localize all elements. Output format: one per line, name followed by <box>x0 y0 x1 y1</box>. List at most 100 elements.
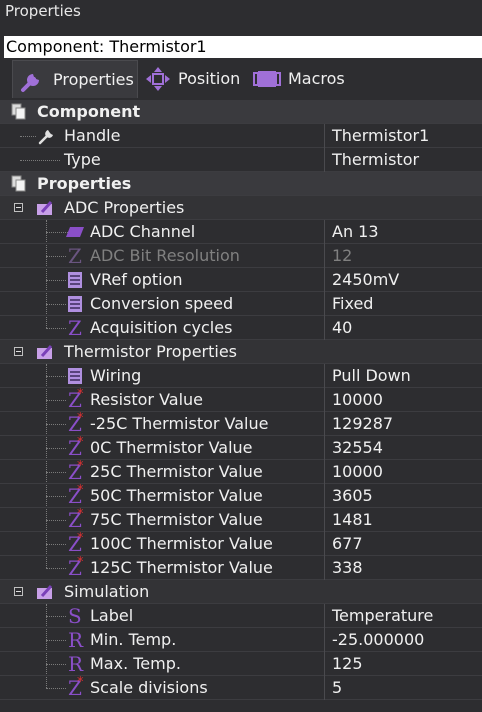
property-value[interactable]: 125 <box>332 652 363 676</box>
property-value[interactable]: 10000 <box>332 388 383 412</box>
property-row-type[interactable]: Type Thermistor <box>0 148 482 172</box>
property-row-thermistor-25c[interactable]: Z * 25C Thermistor Value 10000 <box>0 459 482 484</box>
string-type-icon: S <box>68 604 82 628</box>
property-row-conversion-speed[interactable]: Conversion speed Fixed <box>0 292 482 316</box>
property-row-label[interactable]: S Label Temperature <box>0 604 482 628</box>
property-value[interactable]: -25.000000 <box>332 628 424 652</box>
section-component-title: Component <box>37 102 141 121</box>
property-value[interactable]: 338 <box>332 556 363 580</box>
property-label: ADC Channel <box>90 222 196 241</box>
collapse-icon[interactable] <box>14 203 23 212</box>
property-value[interactable]: 2450mV <box>332 268 399 292</box>
move-arrows-icon <box>146 67 170 91</box>
dropdown-list-icon <box>66 227 84 237</box>
property-value[interactable]: 3605 <box>332 484 373 508</box>
wrench-icon <box>38 130 53 145</box>
property-value[interactable]: Temperature <box>332 604 433 628</box>
property-value[interactable]: 32554 <box>332 436 383 460</box>
panel-title: Properties <box>0 0 482 24</box>
property-label: Handle <box>64 126 121 145</box>
property-label: Resistor Value <box>90 390 204 409</box>
integer-starred-icon: Z * <box>68 555 84 580</box>
group-adc-properties[interactable]: ADC Properties <box>0 196 482 220</box>
property-label: Min. Temp. <box>90 630 177 649</box>
property-label: 50C Thermistor Value <box>90 486 263 505</box>
property-value[interactable]: An 13 <box>332 220 379 244</box>
tab-position-label: Position <box>178 69 241 88</box>
macro-icon <box>253 71 281 87</box>
section-properties-title: Properties <box>37 174 132 193</box>
property-row-min-temp[interactable]: R Min. Temp. -25.000000 <box>0 628 482 652</box>
folder-edit-icon <box>37 344 53 359</box>
property-label: Acquisition cycles <box>90 318 233 337</box>
property-label: -25C Thermistor Value <box>90 414 269 433</box>
list-icon <box>68 272 82 288</box>
property-label: 25C Thermistor Value <box>90 462 263 481</box>
property-row-max-temp[interactable]: R Max. Temp. 125 <box>0 652 482 676</box>
wrench-icon <box>21 74 39 92</box>
property-label: 75C Thermistor Value <box>90 510 263 529</box>
list-icon <box>68 296 82 312</box>
collapse-icon[interactable] <box>14 587 23 596</box>
property-value[interactable]: Pull Down <box>332 364 411 388</box>
list-icon <box>68 368 82 384</box>
property-label: 125C Thermistor Value <box>90 558 273 577</box>
section-properties-header[interactable]: Properties <box>0 172 482 196</box>
tab-properties[interactable]: Properties <box>12 60 138 98</box>
property-row-wiring[interactable]: Wiring Pull Down <box>0 364 482 388</box>
tab-macros[interactable]: Macros <box>250 60 350 98</box>
property-label: 0C Thermistor Value <box>90 438 253 457</box>
property-label: Conversion speed <box>90 294 234 313</box>
group-title: Simulation <box>64 582 150 601</box>
property-row-acquisition-cycles[interactable]: Z Acquisition cycles 40 <box>0 316 482 340</box>
property-value[interactable]: Fixed <box>332 292 373 316</box>
property-label: Wiring <box>90 366 142 385</box>
folder-edit-icon <box>37 200 53 215</box>
real-type-icon: R <box>68 628 84 652</box>
group-title: Thermistor Properties <box>64 342 238 361</box>
property-value[interactable]: 1481 <box>332 508 373 532</box>
property-row-thermistor-50c[interactable]: Z * 50C Thermistor Value 3605 <box>0 483 482 508</box>
integer-type-icon: Z <box>68 244 82 268</box>
integer-type-icon: Z <box>68 316 82 340</box>
property-row-handle[interactable]: Handle Thermistor1 <box>0 124 482 148</box>
property-value[interactable]: 5 <box>332 676 342 700</box>
component-name-field[interactable]: Component: Thermistor1 <box>4 36 482 58</box>
tab-position[interactable]: Position <box>140 60 248 98</box>
property-row-thermistor-0c[interactable]: Z * 0C Thermistor Value 32554 <box>0 435 482 460</box>
property-value[interactable]: Thermistor1 <box>332 124 429 148</box>
property-row-scale-divisions[interactable]: Z * Scale divisions 5 <box>0 675 482 700</box>
property-label: Max. Temp. <box>90 654 181 673</box>
property-row-adc-bit-resolution[interactable]: Z ADC Bit Resolution 12 <box>0 244 482 268</box>
section-pages-icon <box>11 103 26 120</box>
property-label: Scale divisions <box>90 678 208 697</box>
property-value: 12 <box>332 246 353 265</box>
property-value[interactable]: Thermistor <box>332 148 419 172</box>
property-row-thermistor-75c[interactable]: Z * 75C Thermistor Value 1481 <box>0 507 482 532</box>
property-label: 100C Thermistor Value <box>90 534 273 553</box>
integer-starred-icon: Z * <box>68 675 84 700</box>
group-thermistor-properties[interactable]: Thermistor Properties <box>0 340 482 364</box>
property-row-resistor-value[interactable]: Z * Resistor Value 10000 <box>0 387 482 412</box>
group-title: ADC Properties <box>64 198 185 217</box>
section-component-header[interactable]: Component <box>0 100 482 124</box>
tab-bar: Properties Position Macros <box>0 60 482 98</box>
property-value[interactable]: 40 <box>332 316 352 340</box>
tab-macros-label: Macros <box>288 69 345 88</box>
property-value[interactable]: 677 <box>332 532 363 556</box>
property-row-thermistor-m25c[interactable]: Z * -25C Thermistor Value 129287 <box>0 411 482 436</box>
property-row-thermistor-125c[interactable]: Z * 125C Thermistor Value 338 <box>0 555 482 580</box>
property-label: VRef option <box>90 270 183 289</box>
property-grid: Component Handle Thermistor1 Type Thermi… <box>0 98 482 712</box>
collapse-icon[interactable] <box>14 347 23 356</box>
property-value[interactable]: 10000 <box>332 460 383 484</box>
property-row-vref-option[interactable]: VRef option 2450mV <box>0 268 482 292</box>
property-value[interactable]: 129287 <box>332 412 393 436</box>
section-pages-icon <box>11 175 26 192</box>
group-simulation[interactable]: Simulation <box>0 580 482 604</box>
property-label: Label <box>90 606 134 625</box>
folder-edit-icon <box>37 584 53 599</box>
property-row-thermistor-100c[interactable]: Z * 100C Thermistor Value 677 <box>0 531 482 556</box>
property-label: ADC Bit Resolution <box>90 246 240 265</box>
property-row-adc-channel[interactable]: ADC Channel An 13 <box>0 220 482 244</box>
